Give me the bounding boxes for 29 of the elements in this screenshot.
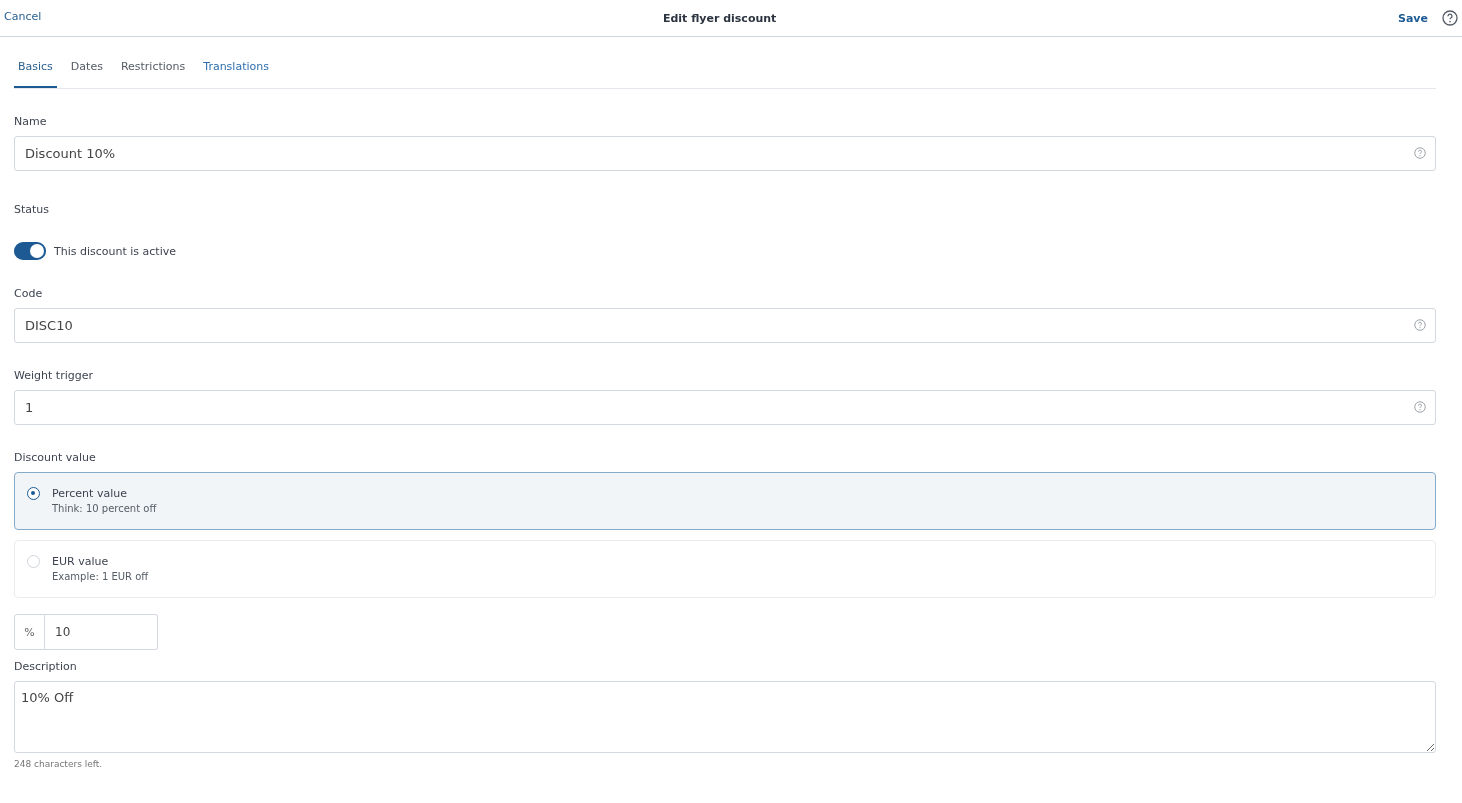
field-label: Discount value [14,451,97,464]
field-label: Name [14,115,48,128]
radio-option[interactable]: EUR value Example: 1 EUR off [14,540,1436,598]
radio-option[interactable]: Percent value Think: 10 percent off [14,472,1436,530]
option-title: Percent value [52,487,128,500]
field-label: Description [14,660,78,673]
text-area[interactable]: 10% Off [14,681,1436,753]
field-label: Status [14,203,51,216]
save-button[interactable]: Save [1398,11,1428,25]
tab[interactable]: Restrictions [116,60,190,88]
character-count: 248 characters left. [14,759,104,769]
input-field[interactable]: DISC10 [14,308,1436,343]
input-field[interactable]: Discount 10% [14,136,1436,171]
tab[interactable]: Translations [199,60,273,88]
page-title: Edit flyer discount [662,11,777,25]
tab[interactable]: Basics [14,60,57,88]
toggle-label: This discount is active [54,244,176,258]
field-label: Weight trigger [14,369,94,382]
option-hint: Think: 10 percent off [52,503,157,514]
option-title: EUR value [52,555,110,568]
field-label: Code [14,287,44,300]
input-field[interactable]: 1 [14,390,1436,425]
toggle-switch[interactable] [14,242,46,260]
input-field[interactable]: 10 [45,614,158,650]
option-hint: Example: 1 EUR off [52,571,149,582]
cancel-link[interactable]: Cancel [4,9,42,23]
tab[interactable]: Dates [66,60,107,88]
radio-button[interactable] [27,487,40,500]
help-icon[interactable] [1442,10,1458,26]
